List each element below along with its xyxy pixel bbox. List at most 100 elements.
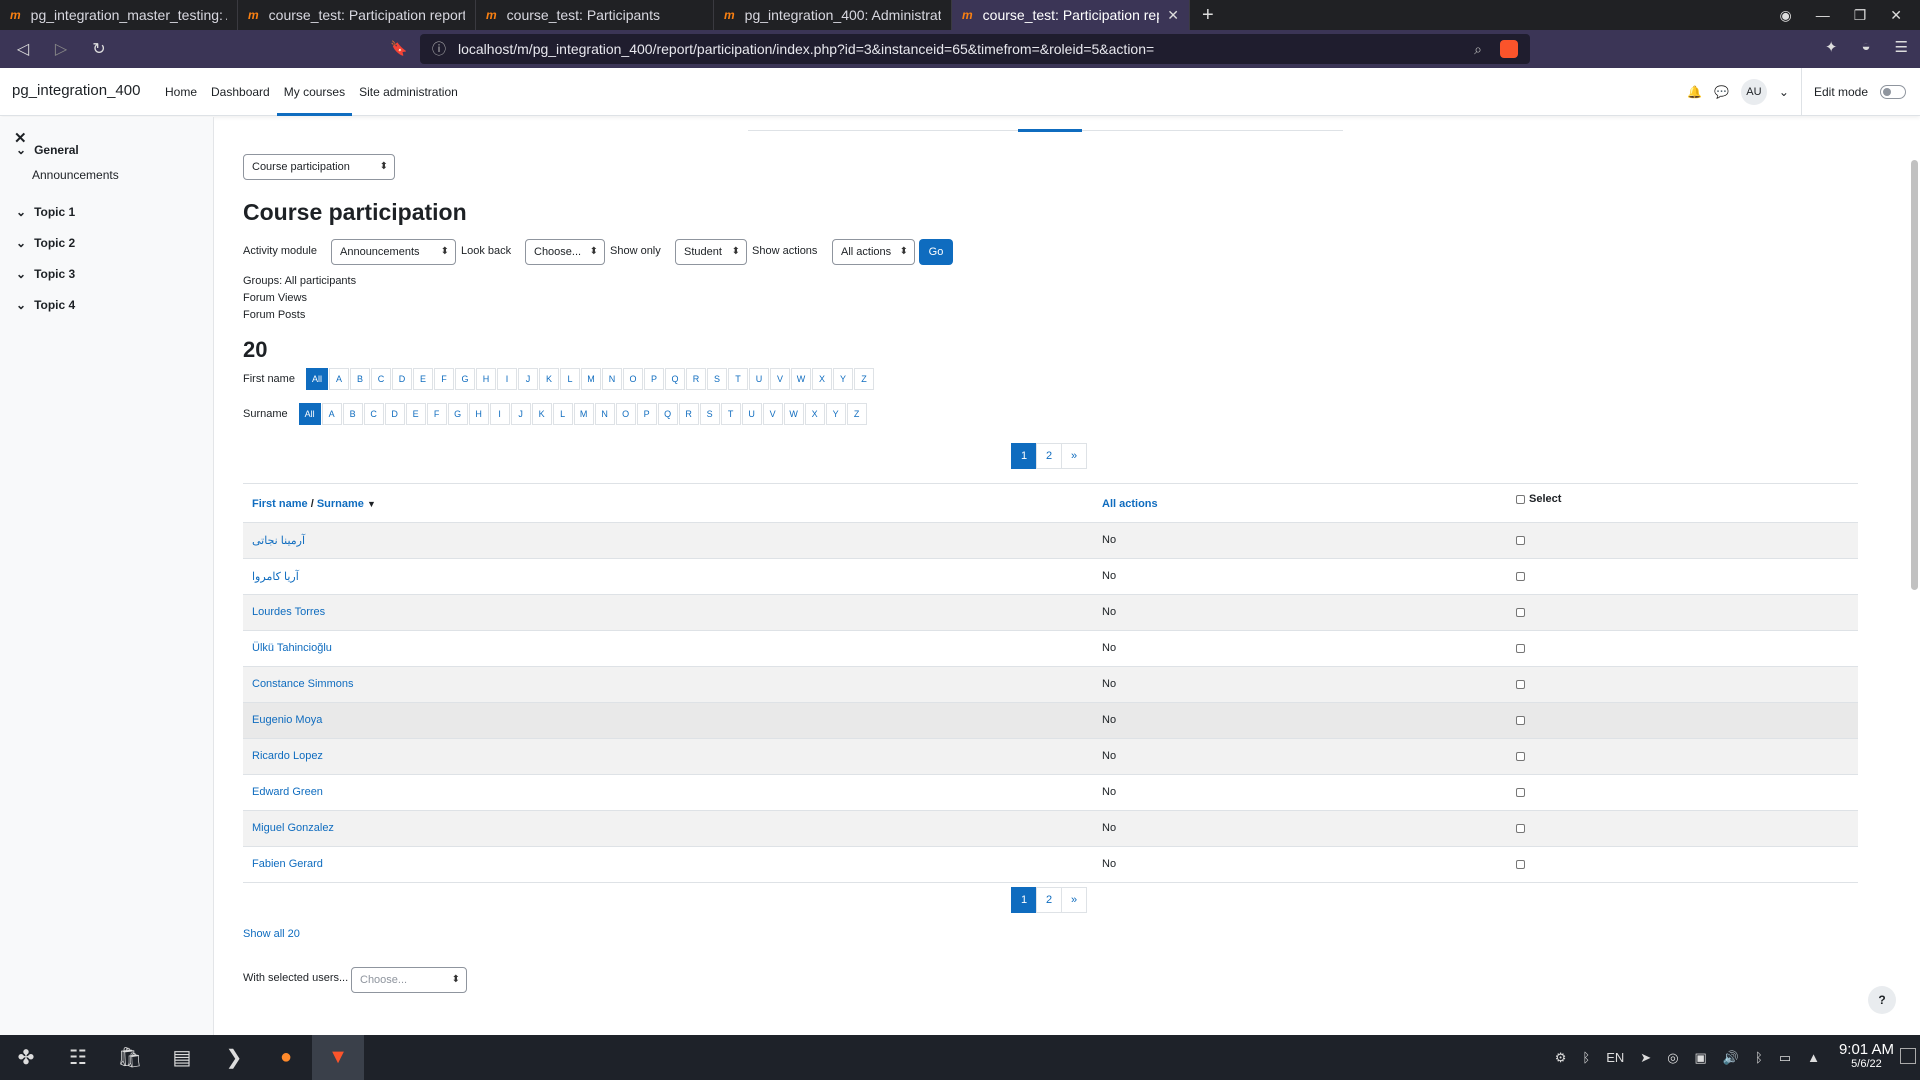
surname-initial-y[interactable]: Y (825, 403, 846, 425)
show-only-select[interactable]: Student (675, 239, 747, 265)
chevron-down-icon[interactable]: ⌄ (16, 143, 26, 157)
nav-link-home[interactable]: Home (158, 68, 204, 116)
site-brand[interactable]: pg_integration_400 (12, 82, 140, 99)
first-name-initial-m[interactable]: M (580, 368, 601, 390)
page-link-1[interactable]: 1 (1011, 887, 1037, 913)
report-selector[interactable]: Course participation (243, 154, 395, 180)
site-info-icon[interactable]: ⓘ (432, 39, 446, 59)
first-name-initial-y[interactable]: Y (832, 368, 853, 390)
first-name-initial-w[interactable]: W (790, 368, 811, 390)
chevron-down-icon[interactable]: ⌄ (16, 298, 26, 312)
participant-select-checkbox[interactable] (1516, 788, 1525, 797)
first-name-initial-i[interactable]: I (496, 368, 517, 390)
page-link-2[interactable]: 2 (1036, 887, 1062, 913)
surname-sort-link[interactable]: Surname (317, 498, 364, 510)
update-icon[interactable]: ◎ (1667, 1050, 1678, 1066)
course-section-general[interactable]: ⌄ General (16, 143, 79, 157)
course-section-topic-4[interactable]: ⌄ Topic 4 (16, 298, 75, 312)
activity-module-select[interactable]: Announcements (331, 239, 456, 265)
surname-initial-d[interactable]: D (384, 403, 405, 425)
nav-link-site-administration[interactable]: Site administration (352, 68, 465, 116)
first-name-initial-u[interactable]: U (748, 368, 769, 390)
surname-initial-o[interactable]: O (615, 403, 636, 425)
surname-initial-i[interactable]: I (489, 403, 510, 425)
browser-tab[interactable]: m course_test: Participants (476, 0, 714, 30)
first-name-initial-e[interactable]: E (412, 368, 433, 390)
first-name-initial-r[interactable]: R (685, 368, 706, 390)
participant-select-checkbox[interactable] (1516, 536, 1525, 545)
surname-initial-g[interactable]: G (447, 403, 468, 425)
profile-menu-icon[interactable]: ◉ (1779, 7, 1791, 24)
surname-initial-p[interactable]: P (636, 403, 657, 425)
participant-select-checkbox[interactable] (1516, 572, 1525, 581)
tray-expand-icon[interactable]: ▲ (1807, 1050, 1820, 1065)
first-name-initial-z[interactable]: Z (853, 368, 874, 390)
show-actions-select[interactable]: All actions (832, 239, 915, 265)
surname-initial-x[interactable]: X (804, 403, 825, 425)
participant-select-checkbox[interactable] (1516, 752, 1525, 761)
participant-name-link[interactable]: آریا کامروا (252, 570, 299, 583)
forward-icon[interactable]: ▷ (46, 39, 76, 59)
app-launcher-icon[interactable]: ✤ (0, 1035, 52, 1080)
brave-icon[interactable]: ▼ (312, 1035, 364, 1080)
participant-name-link[interactable]: Ülkü Tahincioğlu (252, 642, 332, 654)
page-link-1[interactable]: 1 (1011, 443, 1037, 469)
next-page-link[interactable]: » (1061, 443, 1087, 469)
surname-initial-all[interactable]: All (298, 403, 321, 425)
participant-name-link[interactable]: Lourdes Torres (252, 606, 325, 618)
file-manager-icon[interactable]: ▤ (156, 1035, 208, 1080)
all-actions-column-header[interactable]: All actions (1102, 498, 1158, 510)
user-menu-chevron-icon[interactable]: ⌄ (1779, 85, 1789, 99)
course-section-topic-1[interactable]: ⌄ Topic 1 (16, 205, 75, 219)
maximize-icon[interactable]: ❐ (1854, 7, 1867, 24)
bookmark-icon[interactable]: 🔖 (390, 40, 407, 57)
first-name-initial-q[interactable]: Q (664, 368, 685, 390)
reload-icon[interactable]: ↻ (84, 39, 114, 59)
surname-initial-q[interactable]: Q (657, 403, 678, 425)
zoom-icon[interactable]: ⌕ (1474, 41, 1482, 58)
first-name-initial-p[interactable]: P (643, 368, 664, 390)
surname-initial-a[interactable]: A (321, 403, 342, 425)
participant-name-link[interactable]: آرمینا نجاتی (252, 534, 305, 547)
page-scrollbar[interactable] (1911, 160, 1918, 590)
help-button[interactable]: ? (1868, 986, 1896, 1014)
bluetooth-icon[interactable]: ᛒ (1755, 1050, 1763, 1065)
show-desktop-icon[interactable] (1900, 1048, 1916, 1064)
participant-name-link[interactable]: Edward Green (252, 786, 323, 798)
first-name-initial-j[interactable]: J (517, 368, 538, 390)
first-name-initial-f[interactable]: F (433, 368, 454, 390)
clock[interactable]: 9:01 AM 5/6/22 (1839, 1041, 1894, 1070)
avatar[interactable]: AU (1740, 79, 1767, 105)
first-name-initial-s[interactable]: S (706, 368, 727, 390)
select-all-checkbox[interactable] (1516, 494, 1525, 504)
notifications-icon[interactable]: 🔔 (1687, 85, 1702, 99)
send-icon[interactable]: ➤ (1640, 1050, 1651, 1066)
first-name-initial-n[interactable]: N (601, 368, 622, 390)
keyboard-layout[interactable]: EN (1606, 1050, 1624, 1065)
first-name-initial-c[interactable]: C (370, 368, 391, 390)
first-name-initial-v[interactable]: V (769, 368, 790, 390)
chevron-down-icon[interactable]: ⌄ (16, 236, 26, 250)
page-link-2[interactable]: 2 (1036, 443, 1062, 469)
nav-link-my-courses[interactable]: My courses (276, 68, 353, 116)
surname-initial-r[interactable]: R (678, 403, 699, 425)
browser-tab[interactable]: m course_test: Participation rep ✕ (952, 0, 1190, 30)
task-manager-icon[interactable]: ☷ (52, 1035, 104, 1080)
surname-initial-k[interactable]: K (531, 403, 552, 425)
address-bar[interactable]: ⓘ localhost/m/pg_integration_400/report/… (420, 34, 1530, 64)
terminal-icon[interactable]: ❯ (208, 1035, 260, 1080)
first-name-initial-o[interactable]: O (622, 368, 643, 390)
surname-initial-j[interactable]: J (510, 403, 531, 425)
first-name-sort-link[interactable]: First name (252, 498, 308, 510)
nav-link-dashboard[interactable]: Dashboard (204, 68, 277, 116)
surname-initial-f[interactable]: F (426, 403, 447, 425)
look-back-select[interactable]: Choose... (525, 239, 605, 265)
close-tab-icon[interactable]: ✕ (1167, 7, 1179, 24)
participant-select-checkbox[interactable] (1516, 644, 1525, 653)
surname-initial-n[interactable]: N (594, 403, 615, 425)
software-center-icon[interactable]: 🛍 (104, 1035, 156, 1080)
browser-tab[interactable]: m pg_integration_400: Administratic (714, 0, 952, 30)
surname-initial-l[interactable]: L (552, 403, 573, 425)
with-selected-select[interactable]: Choose... (351, 967, 467, 993)
surname-initial-w[interactable]: W (783, 403, 804, 425)
